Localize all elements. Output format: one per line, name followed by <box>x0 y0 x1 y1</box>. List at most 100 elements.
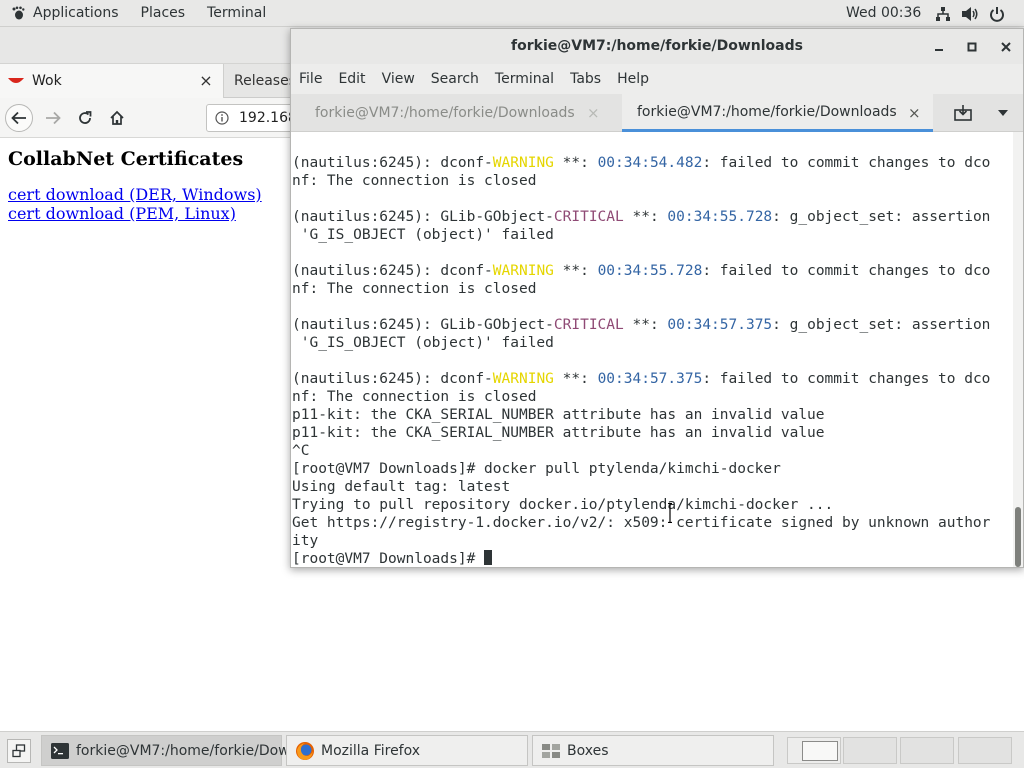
new-tab-icon[interactable] <box>953 104 973 122</box>
workspace-1[interactable] <box>787 737 841 764</box>
info-icon[interactable] <box>215 111 229 125</box>
log-warn-text: WARNING <box>492 155 554 171</box>
close-tab-icon[interactable]: × <box>198 72 214 90</box>
terminal-text: : failed to commit changes to dco <box>702 371 991 387</box>
boxes-icon <box>542 743 560 758</box>
menu-search[interactable]: Search <box>423 64 487 94</box>
terminal-app-menu[interactable]: Terminal <box>196 0 277 27</box>
close-tab-icon[interactable]: × <box>587 104 600 122</box>
terminal-text: (nautilus:6245): GLib-GObject- <box>292 209 554 225</box>
maximize-button[interactable] <box>962 37 982 57</box>
terminal-output[interactable]: (nautilus:6245): dconf- WARNING **: 00:34… <box>291 132 1013 567</box>
places-label: Places <box>140 5 186 21</box>
menu-tabs[interactable]: Tabs <box>562 64 609 94</box>
terminal-line: nf: The connection is closed <box>292 280 990 298</box>
taskbar-item-boxes[interactable]: Boxes <box>532 735 774 766</box>
terminal-tab-label: forkie@VM7:/home/forkie/Downloads <box>315 105 575 121</box>
places-menu[interactable]: Places <box>130 0 197 27</box>
show-desktop-icon <box>12 744 26 758</box>
back-button[interactable] <box>5 104 33 132</box>
applications-menu[interactable]: Applications <box>0 0 130 27</box>
terminal-text: ity <box>292 533 319 549</box>
terminal-text: p11-kit: the CKA_SERIAL_NUMBER attribute… <box>292 425 825 441</box>
text-cursor-icon <box>668 503 672 523</box>
window-title: forkie@VM7:/home/forkie/Downloads <box>511 38 803 54</box>
home-icon <box>110 110 124 125</box>
show-desktop-button[interactable] <box>7 739 31 763</box>
terminal-line: (nautilus:6245): GLib-GObject-CRITICAL *… <box>292 208 990 226</box>
terminal-text: nf: The connection is closed <box>292 173 537 189</box>
terminal-text: **: <box>553 263 598 279</box>
terminal-line: [root@VM7 Downloads]# <box>292 550 990 567</box>
terminal-text: : g_object_set: assertion <box>772 209 991 225</box>
log-time-text: 00:34:54.482 <box>597 155 703 171</box>
terminal-text: (nautilus:6245): dconf- <box>292 371 493 387</box>
applications-label: Applications <box>33 5 119 21</box>
maximize-icon <box>967 42 977 52</box>
workspace-4[interactable] <box>958 737 1012 764</box>
close-icon <box>1001 42 1011 52</box>
terminal-text: 'G_IS_OBJECT (object)' failed <box>292 335 554 351</box>
taskbar-item-label: forkie@VM7:/home/forkie/Dow... <box>76 742 302 759</box>
terminal-line: (nautilus:6245): dconf-WARNING **: 00:34… <box>292 370 990 388</box>
terminal-text: nf: The connection is closed <box>292 281 537 297</box>
arrow-right-icon <box>46 111 61 125</box>
terminal-cursor <box>484 550 493 565</box>
firefox-tab-label: Releases <box>234 73 296 89</box>
terminal-tab-active[interactable]: forkie@VM7:/home/forkie/Downloads × <box>622 94 933 132</box>
firefox-tab-wok[interactable]: Wok × <box>0 64 224 98</box>
menu-file[interactable]: File <box>291 64 330 94</box>
minimize-button[interactable] <box>929 37 949 57</box>
terminal-tab-inactive[interactable]: forkie@VM7:/home/forkie/Downloads × <box>291 94 621 132</box>
terminal-text: : failed to commit changes to dco <box>702 263 991 279</box>
log-time-text: 00:34:57.375 <box>597 371 703 387</box>
menu-terminal[interactable]: Terminal <box>487 64 562 94</box>
scrollbar-thumb[interactable] <box>1015 507 1021 567</box>
terminal-line: nf: The connection is closed <box>292 172 990 190</box>
workspace-2[interactable] <box>843 737 897 764</box>
clock[interactable]: Wed 00:36 <box>846 0 921 27</box>
wok-favicon-icon <box>8 78 24 83</box>
log-crit-text: CRITICAL <box>553 209 624 225</box>
workspace-window-thumbnail <box>802 741 838 761</box>
terminal-scrollbar[interactable] <box>1013 132 1023 567</box>
terminal-text: **: <box>623 317 668 333</box>
terminal-menubar: File Edit View Search Terminal Tabs Help <box>291 64 1023 94</box>
terminal-text: **: <box>553 155 598 171</box>
forward-button[interactable] <box>39 104 67 132</box>
taskbar-item-label: Mozilla Firefox <box>321 742 421 759</box>
log-crit-text: CRITICAL <box>553 317 624 333</box>
power-icon[interactable] <box>988 5 1006 23</box>
terminal-text: Trying to pull repository docker.io/ptyl… <box>292 497 834 513</box>
taskbar-item-firefox[interactable]: Mozilla Firefox <box>286 735 528 766</box>
taskbar-item-terminal[interactable]: forkie@VM7:/home/forkie/Dow... <box>41 735 302 766</box>
log-warn-text: WARNING <box>492 263 554 279</box>
arrow-left-icon <box>11 111 26 125</box>
menu-view[interactable]: View <box>374 64 423 94</box>
terminal-text: **: <box>623 209 668 225</box>
system-tray[interactable] <box>934 0 1006 27</box>
terminal-line: ity <box>292 532 990 550</box>
terminal-icon <box>51 742 69 759</box>
log-time-text: 00:34:55.728 <box>667 209 773 225</box>
terminal-text: : g_object_set: assertion <box>772 317 991 333</box>
terminal-text: Using default tag: latest <box>292 479 511 495</box>
workspace-3[interactable] <box>900 737 954 764</box>
chevron-down-icon[interactable] <box>997 108 1009 118</box>
terminal-line: Trying to pull repository docker.io/ptyl… <box>292 496 990 514</box>
terminal-titlebar[interactable]: forkie@VM7:/home/forkie/Downloads <box>291 29 1023 64</box>
network-icon[interactable] <box>934 5 952 23</box>
close-window-button[interactable] <box>996 37 1016 57</box>
volume-icon[interactable] <box>961 5 979 23</box>
terminal-line: (nautilus:6245): dconf-WARNING **: 00:34… <box>292 262 990 280</box>
terminal-text: p11-kit: the CKA_SERIAL_NUMBER attribute… <box>292 407 825 423</box>
terminal-line: Get https://registry-1.docker.io/v2/: x5… <box>292 514 990 532</box>
menu-help[interactable]: Help <box>609 64 657 94</box>
reload-button[interactable] <box>71 104 99 132</box>
close-tab-icon[interactable]: × <box>908 104 921 122</box>
home-button[interactable] <box>103 104 131 132</box>
menu-edit[interactable]: Edit <box>330 64 373 94</box>
